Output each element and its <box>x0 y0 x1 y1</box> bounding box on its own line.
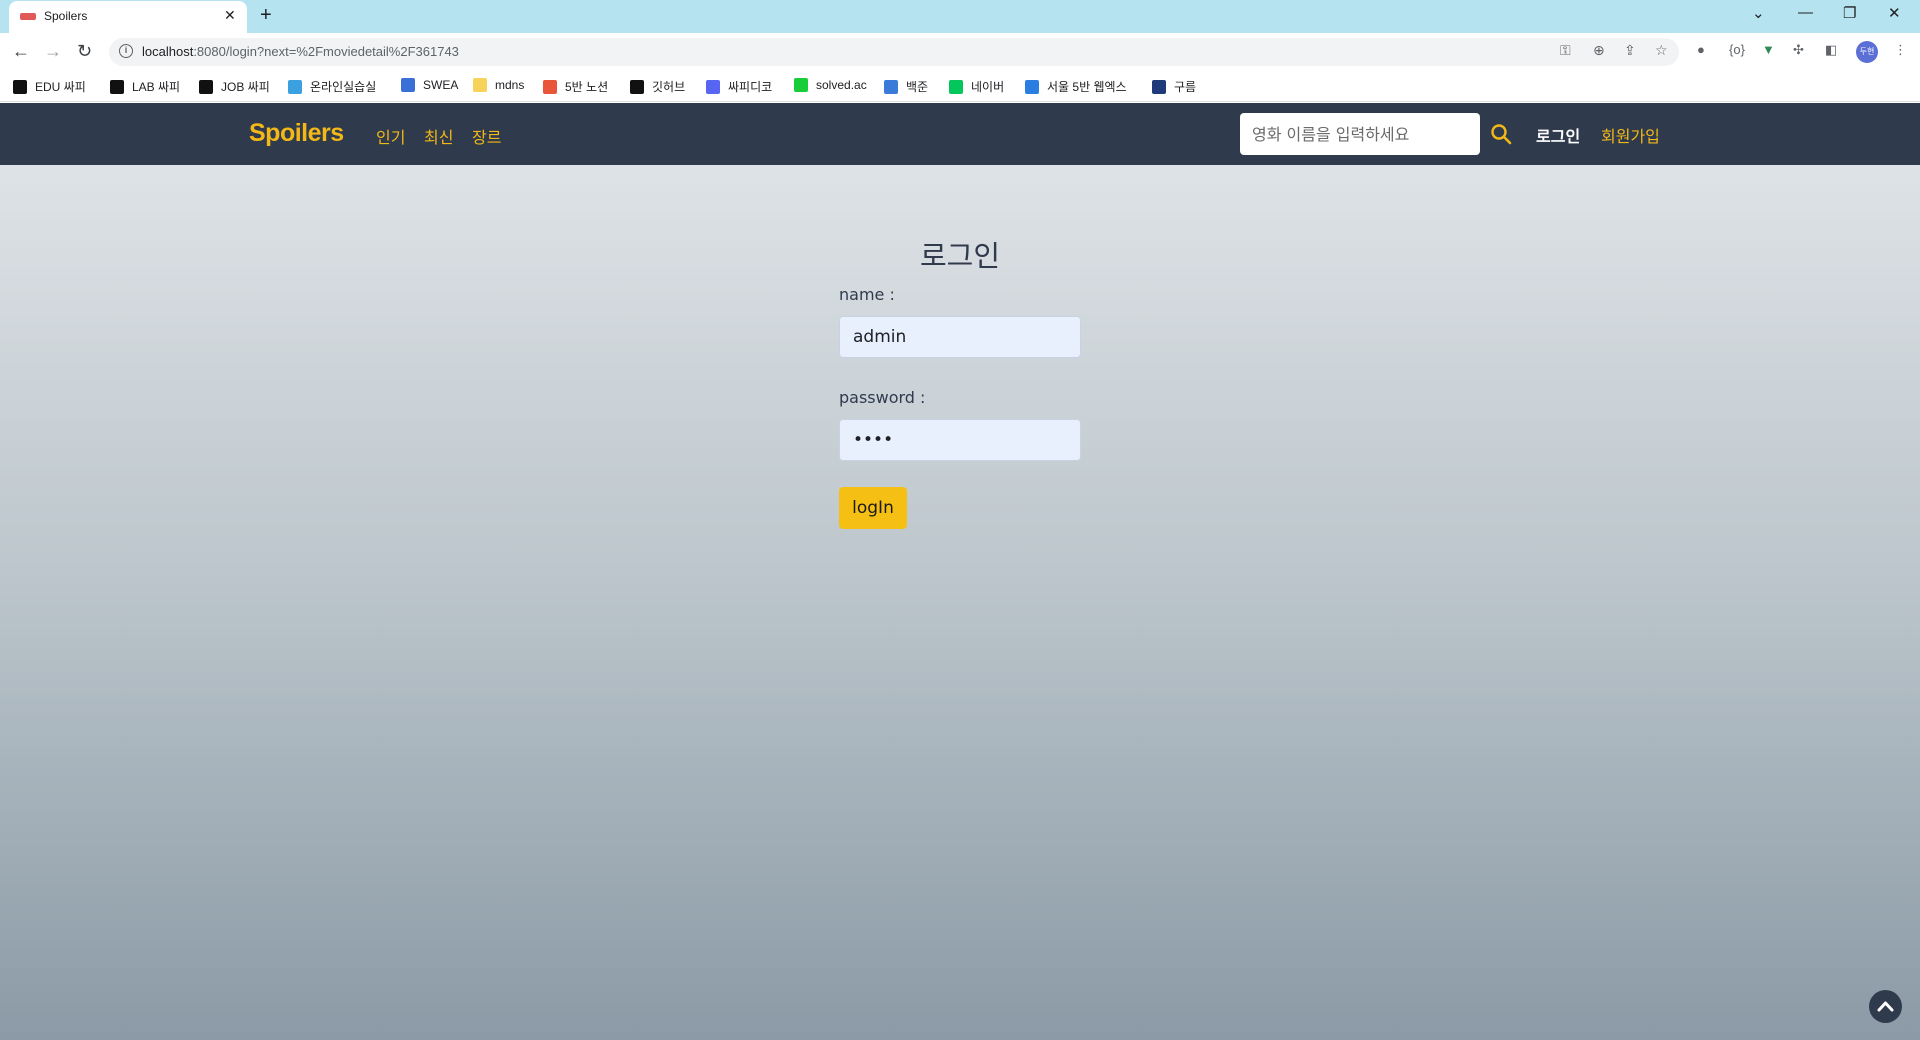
password-input[interactable] <box>839 419 1081 461</box>
bookmark-item[interactable]: JOB 싸피 <box>199 78 270 95</box>
reload-icon[interactable]: ↻ <box>77 41 92 62</box>
tab-search-chevron-icon[interactable]: ⌄ <box>1752 4 1765 22</box>
forward-icon[interactable]: → <box>44 41 62 62</box>
url-host: localhost <box>142 44 194 59</box>
address-bar[interactable]: i localhost:8080/login?next=%2Fmoviedeta… <box>109 38 1679 66</box>
nav-signup-link[interactable]: 회원가입 <box>1601 123 1660 147</box>
login-title: 로그인 <box>919 241 1001 273</box>
bookmark-favicon-icon <box>1152 80 1166 94</box>
browser-tab-strip: Spoilers ✕ + ⌄ — ❐ ✕ <box>0 0 1920 33</box>
bookmark-favicon-icon <box>13 80 27 94</box>
extension-github-icon[interactable]: ● <box>1697 42 1705 57</box>
bookmark-label: SWEA <box>423 78 459 92</box>
bookmark-label: 5반 노션 <box>565 80 609 94</box>
bookmark-item[interactable]: mdns <box>473 78 524 92</box>
site-navbar: Spoilers 인기 최신 장르 로그인 회원가입 <box>0 103 1920 165</box>
url-text[interactable]: localhost:8080/login?next=%2Fmoviedetail… <box>142 44 459 59</box>
bookmark-label: solved.ac <box>816 78 867 92</box>
brand-logo[interactable]: Spoilers <box>249 119 344 148</box>
back-icon[interactable]: ← <box>12 41 30 62</box>
nav-link-genre[interactable]: 장르 <box>472 124 501 148</box>
url-path: :8080/login?next=%2Fmoviedetail%2F361743 <box>193 44 459 59</box>
page-content: Spoilers 인기 최신 장르 로그인 회원가입 로그인 name : pa… <box>0 103 1920 1040</box>
bookmark-favicon-icon <box>543 80 557 94</box>
bookmark-item[interactable]: 네이버 <box>949 78 1004 95</box>
bookmark-label: 깃허브 <box>652 80 686 94</box>
bookmark-label: EDU 싸피 <box>35 80 86 94</box>
bookmark-favicon-icon <box>949 80 963 94</box>
bookmark-favicon-icon <box>630 80 644 94</box>
bookmark-star-icon[interactable]: ☆ <box>1655 42 1668 59</box>
bookmark-label: 백준 <box>906 80 929 94</box>
movie-search-input[interactable] <box>1240 113 1480 155</box>
bookmark-favicon-icon <box>884 80 898 94</box>
tab-close-icon[interactable]: ✕ <box>224 7 236 24</box>
bookmarks-bar: EDU 싸피 LAB 싸피 JOB 싸피 온라인실습실 SWEA mdns 5반 노션 깃허브… <box>0 70 1920 102</box>
restore-icon[interactable]: ❐ <box>1843 4 1856 22</box>
bookmark-item[interactable]: LAB 싸피 <box>110 78 180 95</box>
bookmark-label: 서울 5반 웹엑스 <box>1047 80 1127 94</box>
bookmark-label: 구름 <box>1174 80 1197 94</box>
bookmark-item[interactable]: solved.ac <box>794 78 867 92</box>
site-info-icon[interactable]: i <box>119 44 133 58</box>
name-label: name : <box>839 285 895 304</box>
tab-title: Spoilers <box>44 9 88 23</box>
bookmark-favicon-icon <box>706 80 720 94</box>
search-icon[interactable] <box>1489 122 1513 146</box>
bookmark-item[interactable]: 온라인실습실 <box>288 78 376 95</box>
bookmark-item[interactable]: 싸피디코 <box>706 78 772 95</box>
bookmark-item[interactable]: 깃허브 <box>630 78 685 95</box>
name-input[interactable] <box>839 316 1081 358</box>
bookmark-favicon-icon <box>401 78 415 92</box>
nav-link-popular[interactable]: 인기 <box>376 124 405 148</box>
bookmark-label: 온라인실습실 <box>310 80 377 94</box>
bookmark-label: LAB 싸피 <box>132 80 181 94</box>
bookmark-favicon-icon <box>1025 80 1039 94</box>
login-button[interactable]: logIn <box>839 487 907 529</box>
extension-code-icon[interactable]: {o} <box>1729 42 1745 57</box>
new-tab-icon[interactable]: + <box>260 4 272 27</box>
extension-vue-icon[interactable]: ▼ <box>1762 42 1775 57</box>
browser-menu-icon[interactable]: ⋮ <box>1894 42 1907 58</box>
bookmark-item[interactable]: 서울 5반 웹엑스 <box>1025 78 1127 95</box>
bookmark-item[interactable]: 백준 <box>884 78 928 95</box>
bookmark-favicon-icon <box>473 78 487 92</box>
bookmark-label: mdns <box>495 78 525 92</box>
chevron-up-icon <box>1877 1001 1894 1012</box>
browser-toolbar: ← → ↻ i localhost:8080/login?next=%2Fmov… <box>0 33 1920 70</box>
bookmark-label: 싸피디코 <box>728 80 773 94</box>
password-label: password : <box>839 388 926 407</box>
share-icon[interactable]: ⇪ <box>1624 42 1636 59</box>
bookmark-item[interactable]: EDU 싸피 <box>13 78 86 95</box>
bookmark-item[interactable]: SWEA <box>401 78 458 92</box>
browser-tab[interactable]: Spoilers ✕ <box>9 1 247 33</box>
bookmark-item[interactable]: 구름 <box>1152 78 1196 95</box>
bookmark-item[interactable]: 5반 노션 <box>543 78 608 95</box>
bookmark-favicon-icon <box>794 78 808 92</box>
bookmark-favicon-icon <box>288 80 302 94</box>
nav-login-link[interactable]: 로그인 <box>1536 123 1580 147</box>
window-close-icon[interactable]: ✕ <box>1888 4 1901 22</box>
bookmark-label: 네이버 <box>971 80 1005 94</box>
bookmark-favicon-icon <box>199 80 213 94</box>
scroll-to-top-button[interactable] <box>1869 990 1902 1023</box>
side-panel-icon[interactable]: ◧ <box>1825 42 1837 58</box>
extensions-puzzle-icon[interactable]: ✣ <box>1793 42 1804 58</box>
key-icon[interactable]: ⚿ <box>1560 42 1571 59</box>
zoom-icon[interactable]: ⊕ <box>1593 42 1605 59</box>
spoilers-favicon-icon <box>20 13 36 20</box>
bookmark-favicon-icon <box>110 80 124 94</box>
profile-avatar[interactable]: 두현 <box>1856 41 1878 63</box>
bookmark-label: JOB 싸피 <box>221 80 270 94</box>
minimize-icon[interactable]: — <box>1798 4 1813 21</box>
nav-link-latest[interactable]: 최신 <box>424 124 453 148</box>
